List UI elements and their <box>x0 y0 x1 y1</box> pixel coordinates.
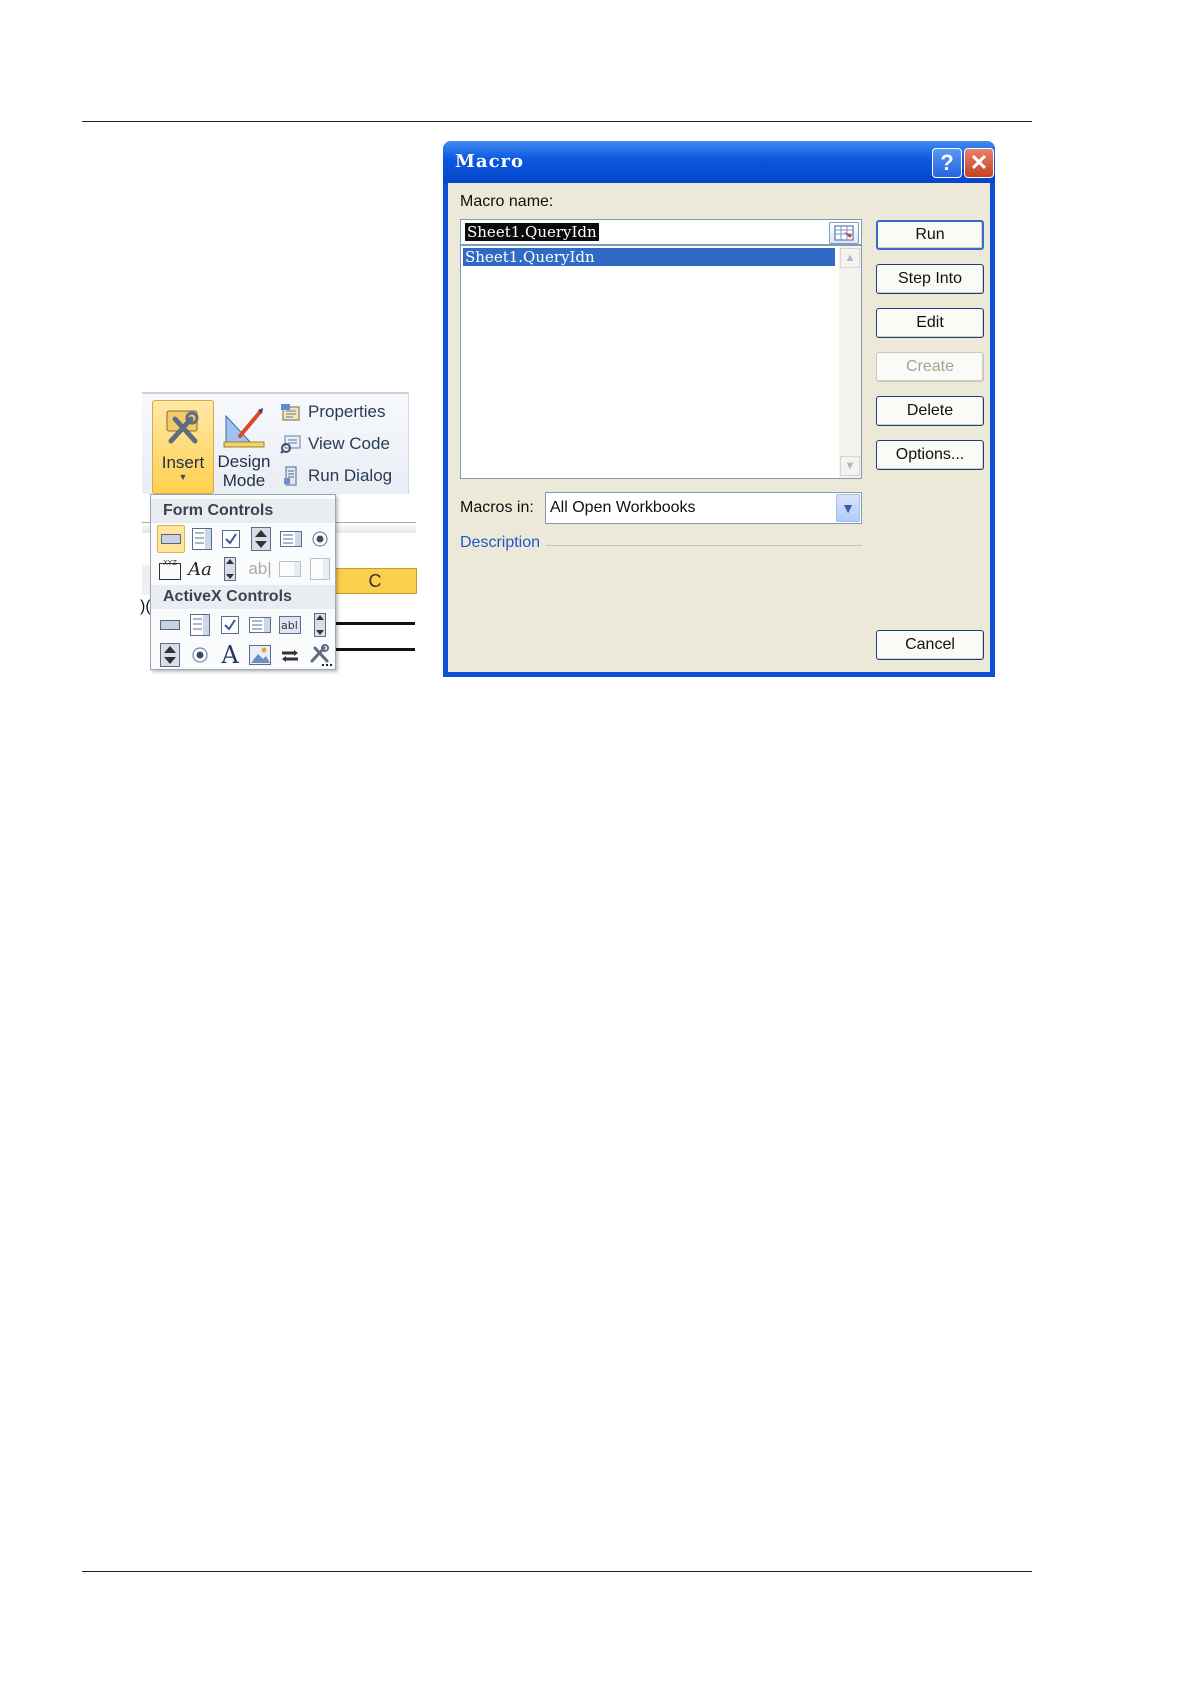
create-button[interactable]: Create <box>876 352 984 382</box>
close-button[interactable]: ✕ <box>964 148 994 178</box>
macro-name-label: Macro name: <box>460 193 554 210</box>
run-button[interactable]: Run <box>876 220 984 250</box>
design-label-line2: Mode <box>222 471 266 490</box>
label-control-icon[interactable]: Aa <box>187 556 213 582</box>
macro-name-input[interactable]: Sheet1.QueryIdn <box>460 219 862 245</box>
list-box-icon[interactable] <box>278 526 304 552</box>
macro-name-value: Sheet1.QueryIdn <box>465 223 599 241</box>
more-controls-icon[interactable] <box>307 642 333 668</box>
design-mode-button[interactable]: Design Mode <box>214 400 274 492</box>
header-rule <box>82 121 1032 122</box>
controls-gallery: Form Controls XYZ Aa ab| ActiveX Control… <box>150 494 336 670</box>
scroll-down-icon[interactable]: ▼ <box>840 456 860 476</box>
spin-button-icon[interactable] <box>248 526 274 552</box>
activex-scroll-bar-icon[interactable] <box>307 612 333 638</box>
view-code-label: View Code <box>308 434 390 453</box>
toggle-button-icon[interactable] <box>277 642 303 668</box>
scroll-up-icon[interactable]: ▲ <box>840 248 860 268</box>
help-button[interactable]: ? <box>932 148 962 178</box>
macros-in-value: All Open Workbooks <box>550 499 696 516</box>
combo-box-icon[interactable] <box>189 526 215 552</box>
design-label-line1: Design <box>217 452 271 471</box>
properties-button[interactable]: Properties <box>280 398 385 426</box>
activex-controls-heading: ActiveX Controls <box>151 585 335 609</box>
text-field-icon[interactable]: ab| <box>247 556 273 582</box>
dialog-title: Macro <box>455 151 525 172</box>
description-label: Description <box>460 534 541 551</box>
run-dialog-button[interactable]: Run Dialog <box>280 462 392 490</box>
developer-ribbon-group: Insert ▼ Design Mode Properties View Cod… <box>142 392 409 494</box>
svg-text:XYZ: XYZ <box>163 559 177 567</box>
combo-list-edit-icon[interactable] <box>277 556 303 582</box>
cancel-button[interactable]: Cancel <box>876 630 984 660</box>
button-control-icon[interactable] <box>157 525 185 553</box>
checkbox-control-icon[interactable] <box>218 526 244 552</box>
combo-dropdown-edit-icon[interactable] <box>307 556 333 582</box>
step-into-button[interactable]: Step Into <box>876 264 984 294</box>
activex-list-box-icon[interactable] <box>247 612 273 638</box>
design-mode-icon <box>222 406 266 448</box>
view-code-icon <box>280 434 302 454</box>
activex-image-icon[interactable] <box>247 642 273 668</box>
properties-icon <box>280 402 302 422</box>
cell-border <box>333 648 415 651</box>
options-button[interactable]: Options... <box>876 440 984 470</box>
delete-button[interactable]: Delete <box>876 396 984 426</box>
macros-in-label: Macros in: <box>460 499 534 516</box>
option-button-icon[interactable] <box>307 526 333 552</box>
macro-dialog: Macro ? ✕ Macro name: Sheet1.QueryIdn Sh… <box>443 141 995 677</box>
view-code-button[interactable]: View Code <box>280 430 390 458</box>
collapse-dialog-icon[interactable] <box>829 222 859 244</box>
insert-controls-icon <box>161 407 205 449</box>
activex-combo-box-icon[interactable] <box>187 612 213 638</box>
svg-text:abl: abl <box>281 619 298 632</box>
insert-button[interactable]: Insert ▼ <box>152 400 214 494</box>
activex-checkbox-icon[interactable] <box>217 612 243 638</box>
chevron-down-icon[interactable]: ▼ <box>836 494 860 522</box>
properties-label: Properties <box>308 402 386 421</box>
group-box-icon[interactable]: XYZ <box>157 556 183 582</box>
macro-list-item[interactable]: Sheet1.QueryIdn <box>463 248 835 266</box>
activex-label-icon[interactable]: A <box>217 641 243 669</box>
description-divider <box>546 545 862 546</box>
scroll-bar-icon[interactable] <box>217 556 243 582</box>
run-dialog-label: Run Dialog <box>308 466 393 485</box>
macros-in-select[interactable]: All Open Workbooks ▼ <box>545 492 862 524</box>
form-controls-heading: Form Controls <box>151 499 335 523</box>
activex-spin-button-icon[interactable] <box>157 642 183 668</box>
dialog-client-area: Macro name: Sheet1.QueryIdn Sheet1.Query… <box>448 183 990 672</box>
column-header-c[interactable]: C <box>333 568 417 594</box>
footer-rule <box>82 1571 1032 1572</box>
macro-list[interactable]: Sheet1.QueryIdn ▲ ▼ <box>460 245 862 479</box>
activex-option-button-icon[interactable] <box>187 642 213 668</box>
cell-border <box>333 622 415 625</box>
macro-list-scrollbar[interactable]: ▲ ▼ <box>839 246 861 478</box>
run-dialog-icon <box>280 466 302 486</box>
dialog-titlebar[interactable]: Macro ? ✕ <box>443 141 995 183</box>
command-button-icon[interactable] <box>157 612 183 638</box>
edit-button[interactable]: Edit <box>876 308 984 338</box>
chevron-down-icon: ▼ <box>178 472 188 482</box>
activex-text-box-icon[interactable]: abl <box>277 612 303 638</box>
insert-label: Insert <box>161 453 205 472</box>
